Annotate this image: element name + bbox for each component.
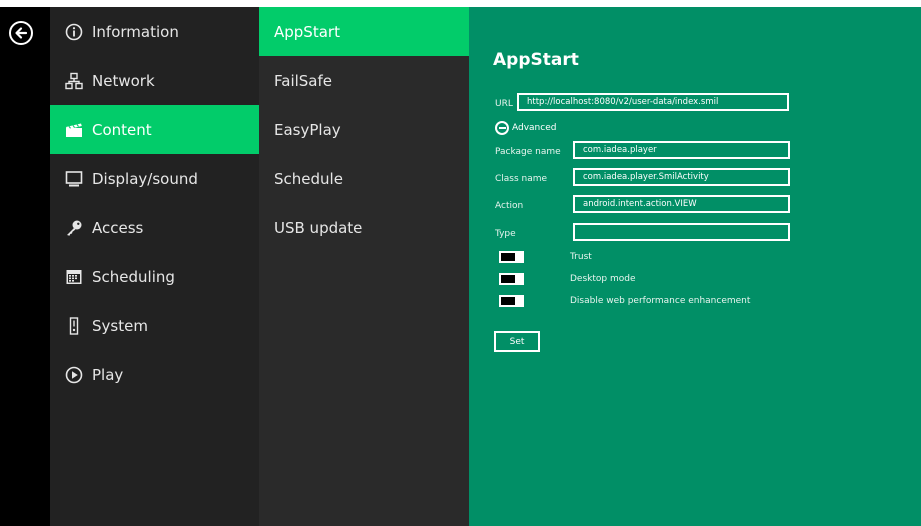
back-rail [0, 7, 50, 526]
monitor-icon [64, 169, 84, 189]
menu-item-display-sound[interactable]: Display/sound [50, 154, 259, 203]
class-name-label: Class name [495, 174, 548, 184]
menu-item-label: Scheduling [92, 267, 175, 286]
disable-web-performance-label: Disable web performance enhancement [570, 296, 751, 306]
menu-item-access[interactable]: Access [50, 203, 259, 252]
advanced-toggle[interactable]: Advanced [495, 121, 556, 135]
menu-item-system[interactable]: System [50, 301, 259, 350]
app-frame: Information Network Content Display/soun… [0, 7, 921, 526]
submenu-item-appstart[interactable]: AppStart [259, 7, 469, 56]
play-icon [64, 365, 84, 385]
url-label: URL [495, 99, 513, 109]
menu-item-label: Information [92, 22, 179, 41]
trust-toggle[interactable] [499, 251, 524, 263]
url-field[interactable] [517, 93, 789, 111]
calendar-icon [64, 267, 84, 287]
system-icon [64, 316, 84, 336]
menu-item-label: Network [92, 71, 155, 90]
submenu-item-label: Schedule [274, 169, 343, 188]
submenu-item-label: AppStart [274, 22, 340, 41]
menu-item-label: Display/sound [92, 169, 198, 188]
clapperboard-icon [64, 120, 84, 140]
submenu-item-label: EasyPlay [274, 120, 341, 139]
menu-item-play[interactable]: Play [50, 350, 259, 399]
trust-label: Trust [570, 252, 592, 262]
menu-item-label: Content [92, 120, 152, 139]
menu-item-scheduling[interactable]: Scheduling [50, 252, 259, 301]
collapse-icon [495, 121, 509, 135]
type-label: Type [495, 229, 516, 239]
menu-item-label: Access [92, 218, 144, 237]
submenu-item-failsafe[interactable]: FailSafe [259, 56, 469, 105]
type-field[interactable] [573, 223, 790, 241]
page-title: AppStart [493, 50, 579, 70]
appstart-panel: AppStart URL Advanced Package name Class… [469, 7, 921, 526]
back-arrow-icon [15, 27, 28, 39]
submenu-item-label: USB update [274, 218, 363, 237]
submenu-item-easyplay[interactable]: EasyPlay [259, 105, 469, 154]
toggle-knob [501, 253, 515, 261]
info-icon [64, 22, 84, 42]
toggle-knob [501, 297, 515, 305]
desktop-mode-label: Desktop mode [570, 274, 636, 284]
set-button[interactable]: Set [494, 331, 540, 352]
toggle-knob [501, 275, 515, 283]
menu-item-information[interactable]: Information [50, 7, 259, 56]
submenu-item-schedule[interactable]: Schedule [259, 154, 469, 203]
menu-item-label: System [92, 316, 148, 335]
submenu-item-usb-update[interactable]: USB update [259, 203, 469, 252]
menu-item-content[interactable]: Content [50, 105, 259, 154]
back-button[interactable] [9, 21, 33, 45]
main-menu: Information Network Content Display/soun… [50, 7, 259, 526]
action-label: Action [495, 201, 524, 211]
submenu-item-label: FailSafe [274, 71, 333, 90]
network-icon [64, 71, 84, 91]
action-field[interactable] [573, 195, 790, 213]
desktop-mode-toggle[interactable] [499, 273, 524, 285]
package-name-field[interactable] [573, 141, 790, 159]
content-submenu: AppStart FailSafe EasyPlay Schedule USB … [259, 7, 469, 526]
key-icon [64, 218, 84, 238]
class-name-field[interactable] [573, 168, 790, 186]
package-name-label: Package name [495, 147, 561, 157]
disable-web-performance-toggle[interactable] [499, 295, 524, 307]
menu-item-label: Play [92, 365, 124, 384]
menu-item-network[interactable]: Network [50, 56, 259, 105]
advanced-label: Advanced [512, 123, 557, 133]
